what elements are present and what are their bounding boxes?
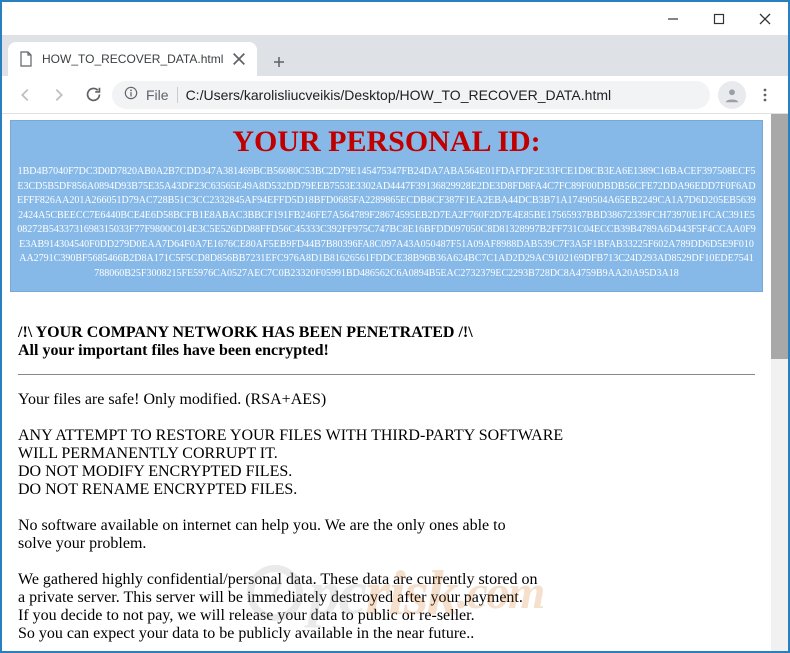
kebab-menu-button[interactable] [750,80,780,110]
tab-close-icon[interactable] [231,51,247,67]
browser-window: HOW_TO_RECOVER_DATA.html File C:/Users/k… [0,0,790,653]
tab-bar: HOW_TO_RECOVER_DATA.html [2,36,788,76]
note-paragraph-4: We gathered highly confidential/personal… [18,571,755,643]
personal-id-value: 1BD4B7040F7DC3D0D7820AB0A2B7CDD347A38146… [15,165,758,281]
note-paragraph-3: No software available on internet can he… [18,517,755,553]
info-icon [124,86,138,103]
vertical-scrollbar-track[interactable] [771,114,788,651]
address-bar: File C:/Users/karolisliucveikis/Desktop/… [2,76,788,114]
new-tab-button[interactable] [265,48,293,76]
vertical-scrollbar-thumb[interactable] [771,114,788,359]
personal-id-title: YOUR PERSONAL ID: [15,125,758,159]
minimize-button[interactable] [650,2,696,35]
personal-id-box: YOUR PERSONAL ID: 1BD4B7040F7DC3D0D7820A… [10,120,763,292]
browser-tab[interactable]: HOW_TO_RECOVER_DATA.html [8,42,257,76]
note-paragraph-1: Your files are safe! Only modified. (RSA… [18,391,755,409]
url-text: C:/Users/karolisliucveikis/Desktop/HOW_T… [186,87,698,103]
page-viewport: YOUR PERSONAL ID: 1BD4B7040F7DC3D0D7820A… [2,114,788,651]
note-paragraph-2: ANY ATTEMPT TO RESTORE YOUR FILES WITH T… [18,427,755,499]
warning-line-1: /!\ YOUR COMPANY NETWORK HAS BEEN PENETR… [18,324,755,342]
reload-button[interactable] [78,80,108,110]
omnibox[interactable]: File C:/Users/karolisliucveikis/Desktop/… [112,81,710,109]
window-titlebar [2,2,788,36]
window-controls [650,2,788,35]
maximize-button[interactable] [696,2,742,35]
warning-line-2: All your important files have been encry… [18,342,755,360]
page-content: YOUR PERSONAL ID: 1BD4B7040F7DC3D0D7820A… [2,114,771,651]
back-button[interactable] [10,80,40,110]
url-scheme-label: File [146,87,178,103]
close-button[interactable] [742,2,788,35]
file-icon [18,51,34,67]
forward-button[interactable] [44,80,74,110]
divider [18,374,755,375]
profile-avatar[interactable] [718,81,746,109]
ransom-note-body: /!\ YOUR COMPANY NETWORK HAS BEEN PENETR… [10,324,763,643]
tab-title: HOW_TO_RECOVER_DATA.html [42,52,223,66]
